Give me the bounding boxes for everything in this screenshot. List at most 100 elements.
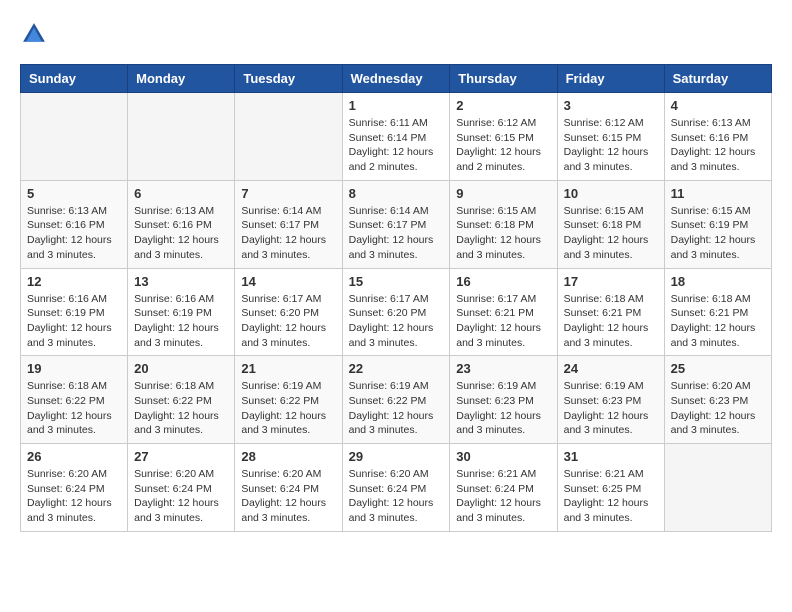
calendar-cell: 10 Sunrise: 6:15 AM Sunset: 6:18 PM Dayli… xyxy=(557,180,664,268)
day-number: 1 xyxy=(349,98,444,113)
calendar-cell: 31Sunrise: 6:21 AM Sunset: 6:25 PM Dayli… xyxy=(557,444,664,532)
calendar-cell xyxy=(235,93,342,181)
day-info: Sunrise: 6:18 AM Sunset: 6:22 PM Dayligh… xyxy=(134,379,228,438)
day-info: Sunrise: 6:14 AM Sunset: 6:17 PM Dayligh… xyxy=(241,204,335,263)
day-number: 3 xyxy=(564,98,658,113)
day-info: Sunrise: 6:13 AM Sunset: 6:16 PM Dayligh… xyxy=(134,204,228,263)
calendar-cell: 13 Sunrise: 6:16 AM Sunset: 6:19 PM Dayli… xyxy=(128,268,235,356)
calendar-cell: 6 Sunrise: 6:13 AM Sunset: 6:16 PM Daylig… xyxy=(128,180,235,268)
calendar-week-row: 12 Sunrise: 6:16 AM Sunset: 6:19 PM Dayli… xyxy=(21,268,772,356)
calendar-cell: 22 Sunrise: 6:19 AM Sunset: 6:22 PM Dayli… xyxy=(342,356,450,444)
calendar-cell: 29 Sunrise: 6:20 AM Sunset: 6:24 PM Dayli… xyxy=(342,444,450,532)
day-number: 4 xyxy=(671,98,765,113)
calendar-cell: 19 Sunrise: 6:18 AM Sunset: 6:22 PM Dayli… xyxy=(21,356,128,444)
day-number: 29 xyxy=(349,449,444,464)
day-info: Sunrise: 6:19 AM Sunset: 6:23 PM Dayligh… xyxy=(564,379,658,438)
day-info: Sunrise: 6:19 AM Sunset: 6:22 PM Dayligh… xyxy=(241,379,335,438)
day-number: 15 xyxy=(349,274,444,289)
day-info: Sunrise: 6:18 AM Sunset: 6:22 PM Dayligh… xyxy=(27,379,121,438)
day-number: 17 xyxy=(564,274,658,289)
day-info: Sunrise: 6:12 AM Sunset: 6:15 PM Dayligh… xyxy=(456,116,550,175)
day-info: Sunrise: 6:16 AM Sunset: 6:19 PM Dayligh… xyxy=(27,292,121,351)
day-info: Sunrise: 6:17 AM Sunset: 6:21 PM Dayligh… xyxy=(456,292,550,351)
weekday-header: Thursday xyxy=(450,65,557,93)
calendar-cell: 24 Sunrise: 6:19 AM Sunset: 6:23 PM Dayli… xyxy=(557,356,664,444)
day-info: Sunrise: 6:15 AM Sunset: 6:18 PM Dayligh… xyxy=(564,204,658,263)
day-number: 22 xyxy=(349,361,444,376)
day-number: 28 xyxy=(241,449,335,464)
day-info: Sunrise: 6:21 AM Sunset: 6:24 PM Dayligh… xyxy=(456,467,550,526)
calendar-cell: 3Sunrise: 6:12 AM Sunset: 6:15 PM Daylig… xyxy=(557,93,664,181)
calendar-week-row: 19 Sunrise: 6:18 AM Sunset: 6:22 PM Dayli… xyxy=(21,356,772,444)
day-number: 7 xyxy=(241,186,335,201)
day-info: Sunrise: 6:13 AM Sunset: 6:16 PM Dayligh… xyxy=(27,204,121,263)
logo xyxy=(20,20,54,48)
day-info: Sunrise: 6:15 AM Sunset: 6:18 PM Dayligh… xyxy=(456,204,550,263)
calendar-header-row: SundayMondayTuesdayWednesdayThursdayFrid… xyxy=(21,65,772,93)
day-info: Sunrise: 6:18 AM Sunset: 6:21 PM Dayligh… xyxy=(671,292,765,351)
calendar-cell: 12 Sunrise: 6:16 AM Sunset: 6:19 PM Dayli… xyxy=(21,268,128,356)
day-number: 13 xyxy=(134,274,228,289)
calendar-cell: 17 Sunrise: 6:18 AM Sunset: 6:21 PM Dayli… xyxy=(557,268,664,356)
day-number: 20 xyxy=(134,361,228,376)
day-number: 8 xyxy=(349,186,444,201)
day-info: Sunrise: 6:15 AM Sunset: 6:19 PM Dayligh… xyxy=(671,204,765,263)
calendar-cell: 2 Sunrise: 6:12 AM Sunset: 6:15 PM Daylig… xyxy=(450,93,557,181)
calendar-cell: 5 Sunrise: 6:13 AM Sunset: 6:16 PM Daylig… xyxy=(21,180,128,268)
day-number: 18 xyxy=(671,274,765,289)
day-info: Sunrise: 6:20 AM Sunset: 6:24 PM Dayligh… xyxy=(241,467,335,526)
day-info: Sunrise: 6:20 AM Sunset: 6:24 PM Dayligh… xyxy=(349,467,444,526)
calendar-cell: 18 Sunrise: 6:18 AM Sunset: 6:21 PM Dayli… xyxy=(664,268,771,356)
calendar-cell: 9 Sunrise: 6:15 AM Sunset: 6:18 PM Daylig… xyxy=(450,180,557,268)
day-info: Sunrise: 6:18 AM Sunset: 6:21 PM Dayligh… xyxy=(564,292,658,351)
day-number: 19 xyxy=(27,361,121,376)
day-info: Sunrise: 6:20 AM Sunset: 6:24 PM Dayligh… xyxy=(27,467,121,526)
day-info: Sunrise: 6:20 AM Sunset: 6:24 PM Dayligh… xyxy=(134,467,228,526)
day-number: 9 xyxy=(456,186,550,201)
day-info: Sunrise: 6:17 AM Sunset: 6:20 PM Dayligh… xyxy=(241,292,335,351)
calendar-table: SundayMondayTuesdayWednesdayThursdayFrid… xyxy=(20,64,772,532)
calendar-cell: 25 Sunrise: 6:20 AM Sunset: 6:23 PM Dayli… xyxy=(664,356,771,444)
day-info: Sunrise: 6:17 AM Sunset: 6:20 PM Dayligh… xyxy=(349,292,444,351)
day-info: Sunrise: 6:16 AM Sunset: 6:19 PM Dayligh… xyxy=(134,292,228,351)
day-number: 23 xyxy=(456,361,550,376)
day-number: 10 xyxy=(564,186,658,201)
calendar-cell: 28 Sunrise: 6:20 AM Sunset: 6:24 PM Dayli… xyxy=(235,444,342,532)
day-info: Sunrise: 6:20 AM Sunset: 6:23 PM Dayligh… xyxy=(671,379,765,438)
day-number: 5 xyxy=(27,186,121,201)
day-number: 30 xyxy=(456,449,550,464)
weekday-header: Saturday xyxy=(664,65,771,93)
day-info: Sunrise: 6:14 AM Sunset: 6:17 PM Dayligh… xyxy=(349,204,444,263)
day-number: 6 xyxy=(134,186,228,201)
day-info: Sunrise: 6:19 AM Sunset: 6:22 PM Dayligh… xyxy=(349,379,444,438)
calendar-week-row: 26 Sunrise: 6:20 AM Sunset: 6:24 PM Dayli… xyxy=(21,444,772,532)
calendar-cell: 11Sunrise: 6:15 AM Sunset: 6:19 PM Dayli… xyxy=(664,180,771,268)
calendar-cell: 21 Sunrise: 6:19 AM Sunset: 6:22 PM Dayli… xyxy=(235,356,342,444)
day-number: 25 xyxy=(671,361,765,376)
day-info: Sunrise: 6:13 AM Sunset: 6:16 PM Dayligh… xyxy=(671,116,765,175)
calendar-week-row: 5 Sunrise: 6:13 AM Sunset: 6:16 PM Daylig… xyxy=(21,180,772,268)
calendar-cell: 30 Sunrise: 6:21 AM Sunset: 6:24 PM Dayli… xyxy=(450,444,557,532)
calendar-cell: 1Sunrise: 6:11 AM Sunset: 6:14 PM Daylig… xyxy=(342,93,450,181)
day-number: 21 xyxy=(241,361,335,376)
calendar-cell: 15 Sunrise: 6:17 AM Sunset: 6:20 PM Dayli… xyxy=(342,268,450,356)
weekday-header: Monday xyxy=(128,65,235,93)
calendar-cell: 7 Sunrise: 6:14 AM Sunset: 6:17 PM Daylig… xyxy=(235,180,342,268)
weekday-header: Tuesday xyxy=(235,65,342,93)
day-number: 24 xyxy=(564,361,658,376)
day-number: 14 xyxy=(241,274,335,289)
calendar-cell: 4 Sunrise: 6:13 AM Sunset: 6:16 PM Daylig… xyxy=(664,93,771,181)
day-number: 12 xyxy=(27,274,121,289)
weekday-header: Sunday xyxy=(21,65,128,93)
calendar-cell xyxy=(21,93,128,181)
logo-icon xyxy=(20,20,48,48)
day-number: 2 xyxy=(456,98,550,113)
day-number: 26 xyxy=(27,449,121,464)
day-number: 16 xyxy=(456,274,550,289)
calendar-cell: 16 Sunrise: 6:17 AM Sunset: 6:21 PM Dayli… xyxy=(450,268,557,356)
day-number: 27 xyxy=(134,449,228,464)
calendar-cell xyxy=(664,444,771,532)
calendar-week-row: 1Sunrise: 6:11 AM Sunset: 6:14 PM Daylig… xyxy=(21,93,772,181)
calendar-cell: 26 Sunrise: 6:20 AM Sunset: 6:24 PM Dayli… xyxy=(21,444,128,532)
day-info: Sunrise: 6:21 AM Sunset: 6:25 PM Dayligh… xyxy=(564,467,658,526)
